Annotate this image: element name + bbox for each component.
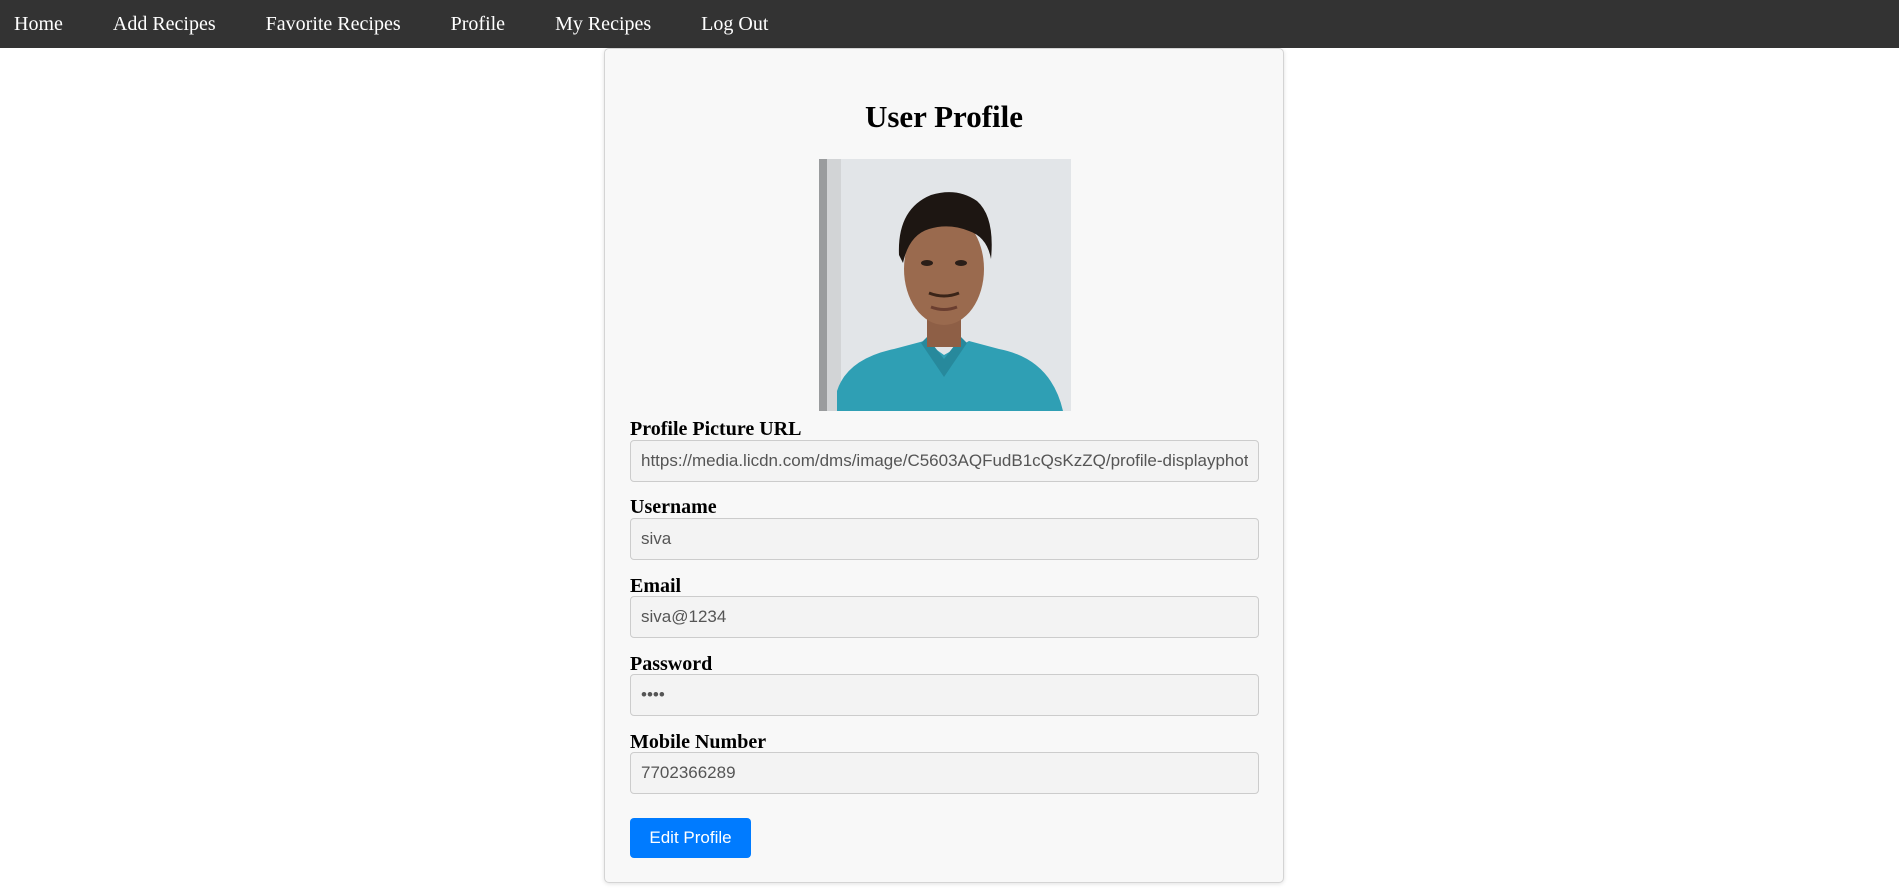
edit-profile-button[interactable]: Edit Profile (630, 818, 751, 858)
avatar-photo (819, 159, 1071, 411)
nav-add-recipes-link[interactable]: Add Recipes (99, 0, 241, 48)
picture-url-input[interactable] (630, 440, 1259, 482)
nav-favorite-recipes-link[interactable]: Favorite Recipes (252, 0, 426, 48)
mobile-number-input[interactable] (630, 752, 1259, 794)
profile-picture (819, 159, 1071, 411)
top-navbar: Home Add Recipes Favorite Recipes Profil… (0, 0, 1899, 48)
password-label: Password (630, 653, 713, 675)
password-input[interactable] (630, 674, 1259, 716)
email-label: Email (630, 575, 682, 597)
username-label: Username (630, 496, 717, 518)
nav-log-out-link[interactable]: Log Out (687, 0, 793, 48)
nav-my-recipes-link[interactable]: My Recipes (541, 0, 676, 48)
mobile-number-label: Mobile Number (630, 731, 767, 753)
profile-card: User Profile Profile Picture URL Usernam… (604, 48, 1284, 883)
email-input[interactable] (630, 596, 1259, 638)
page-title: User Profile (864, 99, 1024, 134)
nav-profile-link[interactable]: Profile (437, 0, 530, 48)
nav-home-link[interactable]: Home (0, 0, 88, 48)
username-input[interactable] (630, 518, 1259, 560)
picture-url-label: Profile Picture URL (630, 418, 802, 440)
